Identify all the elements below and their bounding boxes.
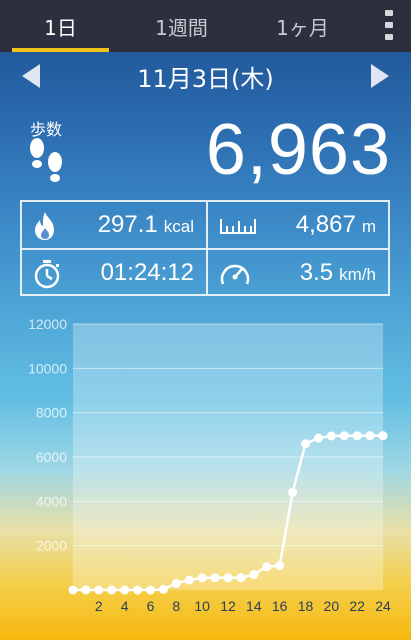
previous-day-arrow-icon[interactable] [22, 64, 40, 88]
distance-cell: 4,867 m [208, 202, 388, 248]
next-day-arrow-icon[interactable] [371, 64, 389, 88]
more-menu-icon[interactable] [385, 10, 395, 40]
chart-x-tick-label: 18 [298, 598, 314, 614]
chart-data-point [197, 573, 207, 583]
tab-day-label: 1日 [44, 15, 77, 40]
stats-grid: 297.1 kcal 4,867 m 01:24:12 3.5 km/h [20, 200, 390, 296]
chart-x-tick-label: 10 [194, 598, 210, 614]
speed-unit: km/h [339, 265, 376, 284]
step-count: 6,963 [205, 110, 391, 190]
chart-data-point [158, 584, 168, 594]
chart-data-point [339, 431, 349, 441]
flame-icon [35, 212, 54, 240]
chart-data-point [68, 585, 78, 595]
chart-x-tick-label: 4 [121, 598, 129, 614]
distance-unit: m [361, 217, 376, 236]
chart-data-point [262, 562, 272, 572]
distance-value: 4,867 [295, 211, 356, 238]
chart-data-point [81, 585, 91, 595]
chart-data-point [120, 585, 130, 595]
chart-data-point [326, 431, 336, 441]
chart-y-tick-label: 10000 [28, 360, 67, 376]
chart-data-point [249, 569, 259, 579]
chart-x-tick-label: 22 [349, 598, 365, 614]
ruler-icon [220, 219, 256, 234]
speed-value: 3.5 [299, 259, 334, 286]
chart-data-point [94, 585, 104, 595]
chart-x-tick-label: 2 [95, 598, 103, 614]
speed-cell: 3.5 km/h [208, 250, 388, 296]
chart-x-tick-label: 14 [246, 598, 262, 614]
stopwatch-icon [34, 260, 60, 289]
chart-data-point [146, 585, 155, 595]
chart-data-point [236, 573, 246, 583]
steps-label: 歩数 [30, 120, 63, 139]
chart-data-point [210, 573, 220, 583]
duration-value: 01:24:12 [100, 259, 194, 286]
chart-data-point [275, 561, 285, 571]
chart-data-point [184, 575, 194, 585]
date-navigator: 11月3日(木) [0, 52, 411, 100]
tab-week[interactable]: 1週間 [121, 0, 242, 52]
chart-data-point [133, 585, 143, 595]
chart-data-point [301, 439, 310, 449]
chart-data-point [365, 431, 375, 441]
chart-x-tick-label: 12 [220, 598, 236, 614]
chart-data-point [223, 573, 233, 583]
calories-unit: kcal [163, 217, 194, 236]
chart-data-point [352, 431, 362, 441]
chart-x-tick-label: 24 [375, 598, 391, 614]
footprints-icon [30, 138, 62, 182]
chart-x-tick-label: 16 [272, 598, 288, 614]
chart-y-tick-label: 12000 [28, 316, 67, 332]
tab-month[interactable]: 1ヶ月 [242, 0, 363, 52]
current-date: 11月3日(木) [137, 64, 274, 93]
chart-y-tick-label: 2000 [36, 538, 67, 554]
duration-cell: 01:24:12 [22, 250, 206, 296]
calories-cell: 297.1 kcal [22, 202, 206, 248]
chart-data-point [313, 433, 323, 443]
chart-x-tick-label: 8 [172, 598, 180, 614]
tab-week-label: 1週間 [155, 15, 208, 40]
chart-y-tick-label: 4000 [36, 493, 67, 509]
chart-data-point [288, 487, 298, 497]
chart-y-tick-label: 8000 [36, 405, 67, 421]
hourly-steps-chart: 200040006000800010000120002 4 6 8 10 12 14 16 18… [28, 316, 391, 614]
period-tabs: 1日 1週間 1ヶ月 [0, 0, 411, 52]
chart-x-tick-label: 6 [147, 598, 155, 614]
calories-value: 297.1 [97, 211, 158, 238]
chart-data-point [107, 585, 117, 595]
tab-day[interactable]: 1日 [0, 0, 121, 52]
chart-data-point [171, 578, 181, 588]
tab-month-label: 1ヶ月 [276, 15, 329, 40]
chart-data-point [378, 431, 388, 441]
speedometer-icon [220, 264, 250, 285]
chart-x-tick-label: 20 [324, 598, 340, 614]
chart-y-tick-label: 6000 [36, 449, 67, 465]
